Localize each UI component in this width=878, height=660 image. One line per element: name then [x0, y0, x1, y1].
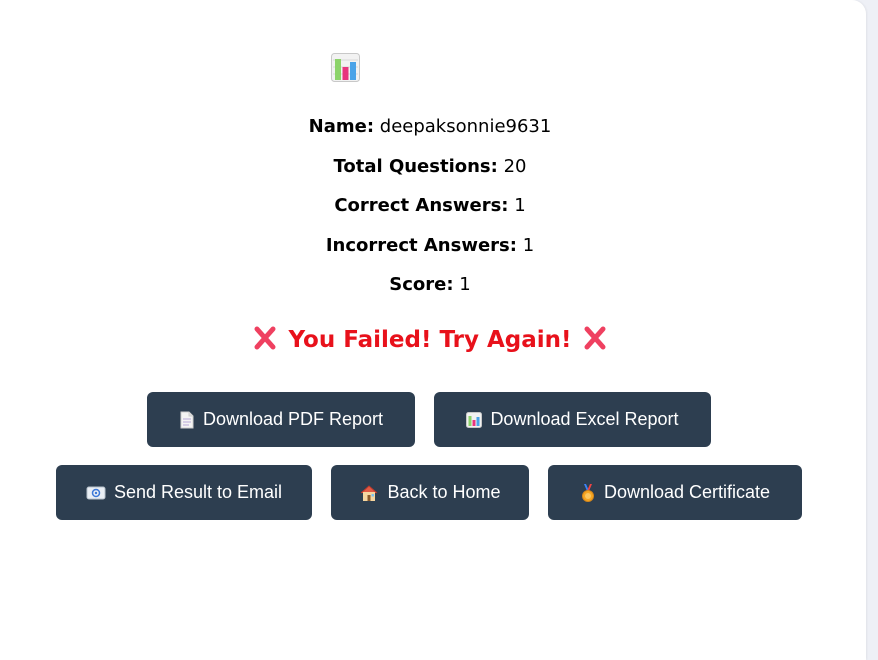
- send-email-label: Send Result to Email: [113, 482, 283, 502]
- medal-icon: [581, 483, 594, 502]
- stat-score-label: Score:: [389, 274, 454, 295]
- stat-name-value: deepaksonnie9631: [379, 116, 552, 137]
- stat-incorrect-value: 1: [522, 235, 535, 256]
- stat-total-questions: Total Questions: 20: [0, 156, 860, 178]
- email-icon: [86, 486, 106, 499]
- stat-score-value: 1: [459, 274, 471, 295]
- result-message: You Failed! Try Again!: [0, 324, 860, 356]
- stat-correct-value: 1: [514, 195, 526, 216]
- stat-correct-answers: Correct Answers: 1: [0, 195, 860, 217]
- back-home-button[interactable]: Back to Home: [331, 465, 529, 520]
- download-excel-button[interactable]: Download Excel Report: [434, 392, 711, 447]
- download-pdf-button[interactable]: Download PDF Report: [147, 392, 415, 447]
- stat-name-label: Name:: [308, 116, 375, 137]
- cross-mark-icon: [584, 326, 605, 350]
- bar-chart-icon: [466, 411, 483, 428]
- stat-score: Score: 1: [0, 274, 860, 296]
- stat-total-label: Total Questions:: [333, 156, 498, 177]
- download-excel-label: Download Excel Report: [490, 409, 679, 429]
- result-message-text: You Failed! Try Again!: [288, 327, 572, 353]
- bar-chart-icon: [331, 53, 360, 82]
- house-icon: [361, 484, 378, 501]
- send-email-button[interactable]: Send Result to Email: [56, 465, 312, 520]
- back-home-label: Back to Home: [387, 482, 501, 502]
- download-certificate-label: Download Certificate: [603, 482, 771, 502]
- result-card: Name: deepaksonnie9631 Total Questions: …: [0, 0, 866, 660]
- cross-mark-icon: [254, 326, 276, 350]
- stat-incorrect-label: Incorrect Answers:: [325, 235, 517, 256]
- stat-incorrect-answers: Incorrect Answers: 1: [0, 235, 860, 257]
- stat-correct-label: Correct Answers:: [334, 195, 509, 216]
- download-certificate-button[interactable]: Download Certificate: [548, 465, 802, 520]
- page-icon: [180, 411, 194, 428]
- stat-name: Name: deepaksonnie9631: [0, 116, 860, 138]
- download-pdf-label: Download PDF Report: [202, 409, 384, 429]
- stat-total-value: 20: [503, 156, 527, 177]
